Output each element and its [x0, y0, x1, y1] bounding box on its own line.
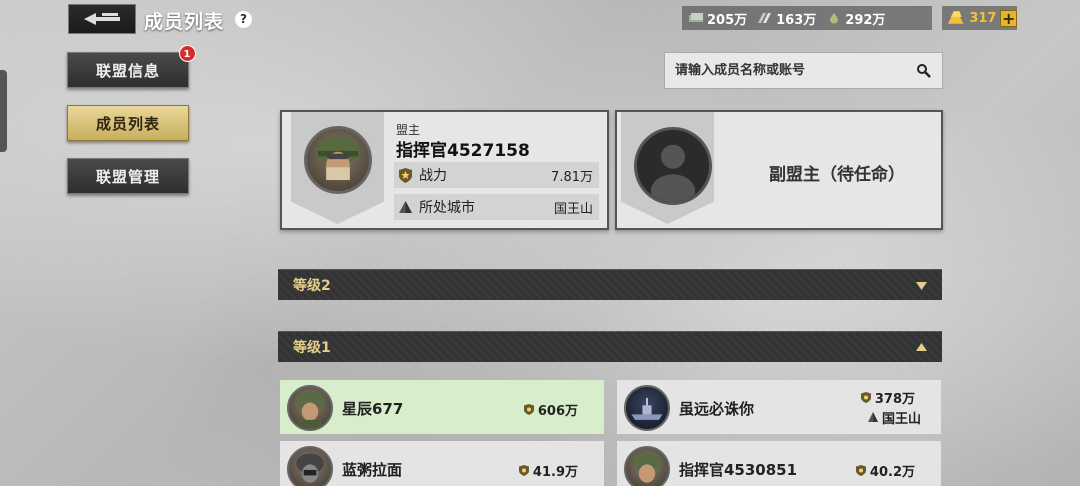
sidebar-item-alliance-info[interactable]: 联盟信息 1: [67, 45, 196, 88]
member-row[interactable]: 星辰677 606万: [280, 380, 604, 434]
power-shield-icon: [860, 392, 871, 403]
member-row[interactable]: 指挥官4530851 40.2万: [617, 441, 941, 486]
sidebar-item-label: 联盟管理: [95, 167, 160, 186]
warship-portrait-icon: [631, 397, 663, 420]
member-name: 星辰677: [342, 400, 404, 418]
sidebar-item-alliance-management[interactable]: 联盟管理: [67, 158, 189, 194]
leader-avatar: [304, 126, 372, 194]
help-icon[interactable]: ?: [235, 11, 252, 28]
edge-handle[interactable]: [0, 70, 7, 152]
member-power-value: 40.2万: [869, 465, 915, 480]
cash-resource[interactable]: 205万: [688, 9, 747, 28]
member-avatar: [287, 446, 333, 486]
gold-resource: 317 +: [942, 6, 1017, 30]
gold-bars-icon: [947, 11, 964, 24]
member-name: 虽远必诛你: [679, 400, 755, 418]
leader-card[interactable]: 盟主 指挥官4527158 战力 7.81万 所处城市 国王山: [280, 110, 609, 230]
gold-value: 317: [969, 10, 997, 26]
back-button[interactable]: [68, 4, 136, 34]
steel-icon: [758, 13, 772, 23]
member-power: 378万: [860, 388, 915, 407]
oil-value: 292万: [845, 12, 886, 28]
steel-value: 163万: [776, 12, 817, 28]
cash-value: 205万: [707, 12, 748, 28]
member-avatar: [624, 385, 670, 431]
leader-power-row: 战力 7.81万: [394, 162, 599, 188]
power-shield-icon: [399, 167, 412, 183]
city-pyramid-icon: [867, 412, 878, 422]
soldier-portrait-icon: [295, 391, 325, 429]
member-city-value: 国王山: [881, 412, 921, 427]
section-level-2[interactable]: 等级2: [278, 269, 942, 300]
search-icon[interactable]: [916, 63, 932, 79]
member-name: 蓝粥拉面: [342, 461, 403, 479]
member-power: 606万: [523, 400, 578, 419]
power-value: 7.81万: [551, 169, 593, 185]
oil-icon: [830, 13, 839, 24]
city-pyramid-icon: [399, 200, 412, 213]
add-gold-button[interactable]: +: [1000, 9, 1017, 27]
member-power-value: 606万: [537, 404, 578, 419]
resource-bar: 205万 163万 292万: [682, 6, 932, 30]
power-shield-icon: [855, 465, 866, 476]
member-power: 40.2万: [855, 461, 915, 480]
collapse-arrow-icon: [916, 343, 927, 351]
empty-avatar-icon: [650, 144, 696, 202]
soldier-portrait-icon: [632, 452, 662, 483]
notification-badge: 1: [179, 45, 196, 62]
power-shield-icon: [523, 404, 534, 415]
leader-city-row: 所处城市 国王山: [394, 194, 599, 220]
member-row[interactable]: 蓝粥拉面 41.9万: [280, 441, 604, 486]
section-label: 等级1: [293, 340, 331, 356]
oil-resource[interactable]: 292万: [826, 9, 885, 28]
power-shield-icon: [518, 465, 529, 476]
soldier-portrait-icon: [296, 453, 324, 483]
sidebar-item-member-list[interactable]: 成员列表: [67, 105, 189, 141]
sidebar-item-label: 联盟信息: [95, 61, 160, 80]
member-row[interactable]: 虽远必诛你 378万 国王山: [617, 380, 941, 434]
vice-leader-status: 副盟主（待任命）: [769, 165, 905, 185]
vice-leader-card[interactable]: 副盟主（待任命）: [615, 110, 943, 230]
search-field: [664, 52, 943, 89]
member-avatar: [287, 385, 333, 431]
power-label: 战力: [419, 168, 447, 184]
expand-arrow-icon: [916, 282, 927, 290]
member-power-value: 41.9万: [532, 465, 578, 480]
search-input[interactable]: [675, 63, 905, 78]
back-arrow-icon: [84, 13, 120, 25]
cash-icon: [689, 13, 703, 22]
vice-avatar: [634, 127, 712, 205]
member-city: 国王山: [867, 408, 921, 427]
leader-name: 指挥官4527158: [396, 141, 530, 161]
page-title: 成员列表: [144, 11, 225, 33]
member-avatar: [624, 446, 670, 486]
section-level-1[interactable]: 等级1: [278, 331, 942, 362]
sidebar-item-label: 成员列表: [95, 114, 160, 133]
member-power: 41.9万: [518, 461, 578, 480]
steel-resource[interactable]: 163万: [757, 9, 816, 28]
member-name: 指挥官4530851: [679, 461, 798, 479]
city-label: 所处城市: [419, 200, 475, 216]
soldier-portrait-icon: [316, 136, 360, 181]
city-value: 国王山: [553, 201, 593, 217]
member-power-value: 378万: [874, 392, 915, 407]
section-label: 等级2: [293, 278, 331, 294]
